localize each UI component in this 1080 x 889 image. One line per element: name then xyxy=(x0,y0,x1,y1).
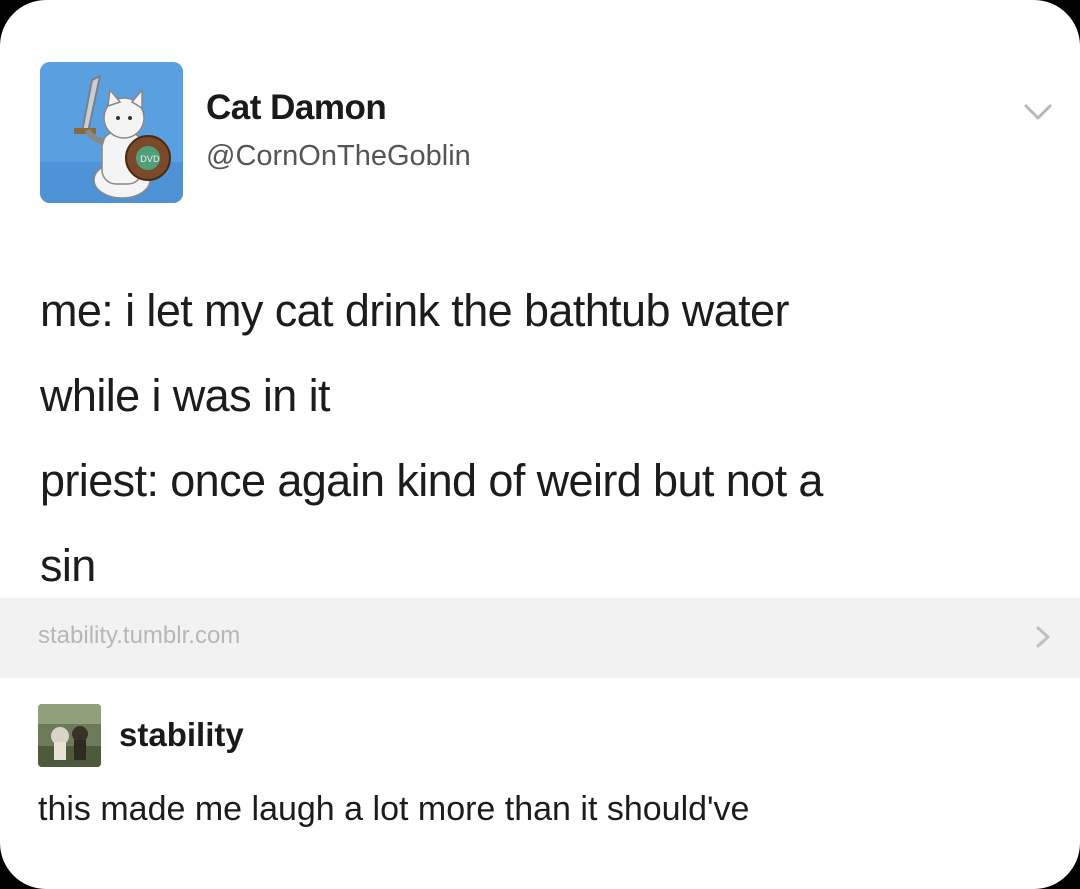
svg-text:DVD: DVD xyxy=(140,155,160,165)
chevron-right-icon xyxy=(1036,626,1050,648)
reblog-username[interactable]: stability xyxy=(119,716,244,754)
cat-knight-avatar-icon: DVD xyxy=(40,62,183,203)
post-text-line: priest: once again kind of weird but not… xyxy=(40,455,823,506)
post-card: DVD Cat Damon @CornOnTheGoblin me: i let… xyxy=(0,0,1080,889)
post-text-line: me: i let my cat drink the bathtub water xyxy=(40,285,789,336)
post-text: me: i let my cat drink the bathtub water… xyxy=(40,268,1040,608)
author-handle[interactable]: @CornOnTheGoblin xyxy=(206,140,471,173)
chevron-down-icon[interactable] xyxy=(1020,100,1056,124)
author-avatar[interactable]: DVD xyxy=(40,62,183,203)
author-display-name[interactable]: Cat Damon xyxy=(206,88,387,128)
source-link[interactable]: stability.tumblr.com xyxy=(38,622,240,650)
user-avatar-photo-icon xyxy=(38,704,101,767)
post-text-line: while i was in it xyxy=(40,370,331,421)
source-link-bar[interactable]: stability.tumblr.com xyxy=(0,598,1080,678)
post-text-line: sin xyxy=(40,540,96,591)
reblog-avatar[interactable] xyxy=(38,704,101,767)
reblog-comment: this made me laugh a lot more than it sh… xyxy=(38,790,750,828)
